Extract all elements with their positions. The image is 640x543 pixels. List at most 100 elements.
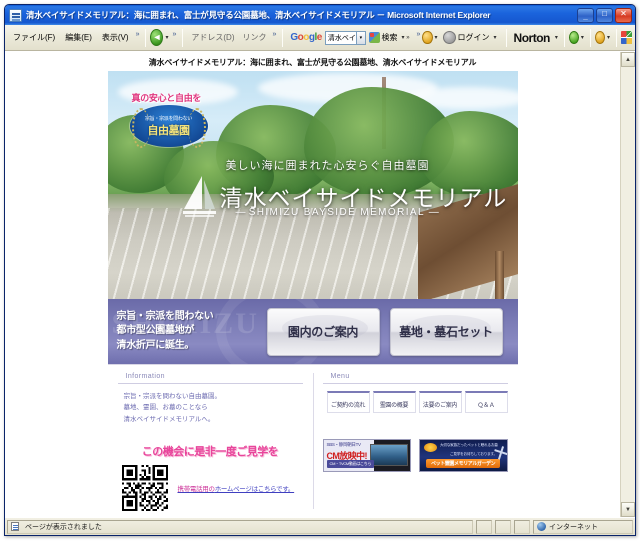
tv-screen-icon: [370, 444, 408, 466]
building-pillar: [494, 251, 504, 299]
information-line-2: 墓地、霊園、お墓のことなら: [123, 404, 208, 412]
page-title: 清水ベイサイドメモリアル：海に囲まれ、富士が見守る公園墓地、清水ベイサイドメモリ…: [148, 58, 477, 67]
grave-set-button[interactable]: 墓地・墓石セット: [389, 307, 503, 356]
maximize-button[interactable]: □: [596, 7, 613, 23]
tv-cm-banner-top: SBS・静岡朝日TV: [326, 442, 362, 447]
title-bar[interactable]: 清水ベイサイドメモリアル：海に囲まれ、富士が見守る公園墓地、清水ベイサイドメモリ…: [5, 5, 635, 25]
back-button[interactable]: ◄: [150, 29, 164, 46]
scroll-down-button[interactable]: ▼: [621, 502, 635, 517]
tv-cm-banner[interactable]: SBS・静岡朝日TV CM放映中! CM・TVCM動画はこちら: [322, 439, 411, 472]
band-line-2: 都市型公園墓地が: [116, 325, 195, 337]
google-logo-e: e: [316, 32, 323, 43]
menu-buttons: ご契約の流れ 霊園の概要 法要のご案内 Ｑ＆Ａ: [323, 391, 508, 413]
menu-item-contract-flow[interactable]: ご契約の流れ: [326, 391, 370, 413]
back-dropdown-icon[interactable]: ▾: [163, 34, 170, 41]
tv-cm-banner-button: CM・TVCM動画はこちら: [326, 460, 375, 468]
pet-memorial-banner-line-1: 大切な家族だったペットと眠れるお墓: [440, 443, 498, 447]
mobile-site-link[interactable]: 携帯電話用のホームページはこちらです。: [178, 483, 295, 493]
google-login-dropdown-icon[interactable]: ▾: [492, 34, 499, 41]
close-button[interactable]: ✕: [615, 7, 632, 23]
links-overflow-chevron-icon[interactable]: »: [270, 31, 278, 38]
banner-list: SBS・静岡朝日TV CM放映中! CM・TVCM動画はこちら 大切な家族だった…: [322, 439, 508, 472]
norton-identity-dropdown-icon[interactable]: ▾: [605, 34, 612, 41]
google-search-history-chevron-icon[interactable]: ▾: [357, 30, 366, 45]
hero-title-en: SHIMIZU BAYSIDE MEMORIAL: [248, 207, 425, 218]
toolbar-separator-5: [563, 28, 565, 47]
mobile-site-link-rest: ホームページはこちらです。: [214, 486, 295, 494]
sun-icon: [424, 443, 437, 452]
window-controls: _ □ ✕: [577, 7, 633, 23]
information-line-3: 清水ベイサイドメモリアルへ。: [123, 415, 215, 423]
mobile-site-link-prefix: 携帯電話用の: [177, 486, 216, 494]
qr-code-icon: [121, 465, 168, 512]
garden-guide-button[interactable]: 園内のご案内: [266, 307, 380, 356]
google-search-input[interactable]: 清水ベイ: [324, 30, 358, 45]
scroll-up-icon: ▲: [625, 56, 631, 63]
information-panel: Information 宗旨・宗派を問わない自由墓園。 墓地、霊園、お墓のことな…: [108, 365, 313, 517]
menu-item-contract-flow-label: ご契約の流れ: [330, 403, 366, 409]
pet-memorial-banner-button: ペット霊園メモリアルガーデン: [426, 459, 501, 468]
page-viewport: 清水ベイサイドメモリアル：海に囲まれ、富士が見守る公園墓地、清水ベイサイドメモリ…: [5, 51, 635, 517]
google-overflow-chevron-icon[interactable]: »: [415, 31, 423, 38]
information-body: 宗旨・宗派を問わない自由墓園。 墓地、霊園、お墓のことなら 清水ベイサイドメモリ…: [118, 391, 303, 425]
nav-overflow-chevron-icon[interactable]: »: [170, 31, 178, 38]
norton-dropdown-icon[interactable]: ▾: [553, 34, 560, 41]
google-logo-g1: G: [290, 32, 298, 43]
windows-flag-icon[interactable]: [621, 31, 632, 44]
ie-document-icon: [9, 8, 22, 22]
maximize-icon: □: [602, 9, 607, 18]
toolbar-separator: [145, 28, 147, 47]
page-document-icon: [11, 522, 19, 531]
security-zone-label: インターネット: [549, 523, 598, 531]
scroll-down-icon: ▼: [625, 506, 631, 513]
menu-overflow-chevron-icon[interactable]: »: [134, 31, 142, 38]
scroll-up-button[interactable]: ▲: [621, 52, 635, 67]
google-login-button[interactable]: ログイン ▾: [440, 31, 502, 44]
hero-dash-right: —: [428, 207, 439, 218]
band-line-1: 宗旨・宗派を問わない: [116, 310, 214, 322]
toolbar-separator-3: [282, 28, 284, 47]
minimize-icon: _: [583, 12, 588, 21]
seal-line-1: 宗旨・宗派を問わない: [144, 115, 192, 122]
menu-item-cemetery-overview-label: 霊園の概要: [379, 403, 409, 409]
security-zone-cell[interactable]: インターネット: [533, 519, 633, 534]
pet-memorial-banner[interactable]: 大切な家族だったペットと眠れるお墓 ご見学をお待ちしております。 ペット霊園メモ…: [419, 439, 508, 472]
google-search-button[interactable]: 検索 ▾ »: [366, 32, 415, 43]
lower-section: Information 宗旨・宗派を問わない自由墓園。 墓地、霊園、お墓のことな…: [107, 364, 518, 517]
hero-subtitle: 美しい海に囲まれた心安らぐ自由墓園: [225, 160, 430, 172]
intro-band: 宗旨・宗派を問わない 都市型公園墓地が 清水折戸に誕生。 園内のご案内 墓地・墓…: [107, 299, 518, 364]
norton-toolbar-label[interactable]: Norton: [511, 31, 553, 45]
garden-guide-label: 園内のご案内: [287, 325, 359, 339]
menu-item-memorial-service[interactable]: 法要のご案内: [418, 391, 462, 413]
google-tools-dropdown-icon[interactable]: ▾: [433, 34, 440, 41]
hero-dash-left: —: [235, 207, 246, 218]
norton-status-dropdown-icon[interactable]: ▾: [579, 34, 586, 41]
information-heading: Information: [117, 373, 303, 384]
internet-globe-icon: [537, 522, 546, 531]
minimize-button[interactable]: _: [577, 7, 594, 23]
norton-status-check-icon[interactable]: [568, 31, 579, 44]
menu-file[interactable]: ファイル(F): [8, 30, 60, 45]
address-bar-label[interactable]: アドレス(D): [187, 30, 238, 45]
pet-memorial-banner-line-2: ご見学をお待ちしております。: [450, 452, 497, 456]
toolbar-separator-2: [182, 28, 184, 47]
window-title: 清水ベイサイドメモリアル：海に囲まれ、富士が見守る公園墓地、清水ベイサイドメモリ…: [26, 10, 491, 20]
google-search-more-icon[interactable]: ▾ »: [400, 34, 412, 41]
browser-window: 清水ベイサイドメモリアル：海に囲まれ、富士が見守る公園墓地、清水ベイサイドメモリ…: [4, 4, 636, 536]
links-bar-label[interactable]: リンク: [238, 30, 270, 45]
menu-item-cemetery-overview[interactable]: 霊園の概要: [372, 391, 416, 413]
google-login-icon: [442, 31, 456, 44]
google-search-icon: [368, 32, 380, 43]
page-scrollbar[interactable]: ▲ ▼: [620, 52, 635, 517]
band-line-3: 清水折戸に誕生。: [116, 339, 195, 351]
menu-panel: Menu ご契約の流れ 霊園の概要 法要のご案内 Ｑ＆Ａ SBS・静岡朝日TV: [313, 365, 518, 517]
menu-view[interactable]: 表示(V): [97, 30, 134, 45]
google-tools-icon[interactable]: [422, 31, 433, 44]
site-container: 真の安心と自由を 宗旨・宗派を問わない 自由墓園 美しい海に囲まれた心安らぐ自由…: [107, 71, 518, 517]
qr-row: 携帯電話用のホームページはこちらです。: [118, 465, 303, 512]
menu-item-qa[interactable]: Ｑ＆Ａ: [464, 391, 508, 413]
menu-edit[interactable]: 編集(E): [60, 30, 97, 45]
google-search-label: 検索: [381, 33, 398, 42]
norton-identity-lock-icon[interactable]: [594, 31, 605, 44]
menu-heading: Menu: [322, 373, 508, 384]
